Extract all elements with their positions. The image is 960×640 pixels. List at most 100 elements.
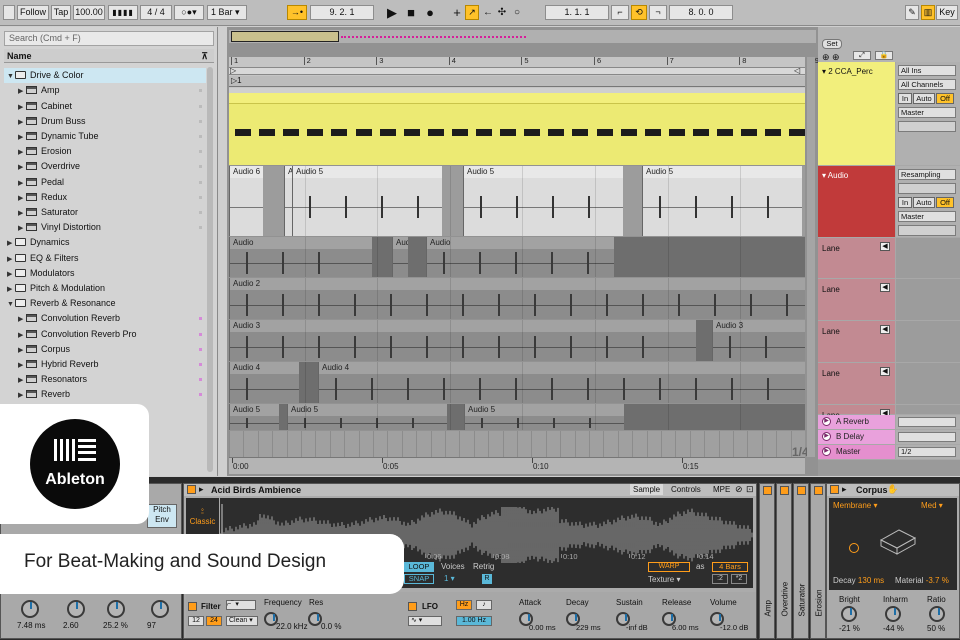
disclosure-open-icon[interactable]: ▼: [7, 69, 15, 84]
back-to-arrangement-icon[interactable]: ←: [482, 4, 494, 21]
hot-swap-icon[interactable]: ⊘: [735, 484, 743, 495]
track-lane[interactable]: Audio 6AuAudio 5Audio 5Audio 5: [229, 166, 805, 236]
midi-note[interactable]: [789, 129, 806, 136]
browser-item[interactable]: ▶ Convolution Reverb Pro: [4, 327, 206, 342]
track-header[interactable]: Lane◀: [818, 405, 895, 420]
track-activator-icon[interactable]: ▶: [822, 432, 831, 441]
return-track-header[interactable]: ▶ Master: [818, 445, 895, 459]
monitor-in-button[interactable]: In: [898, 93, 912, 104]
draw-mode-button[interactable]: ✎: [905, 5, 919, 20]
corpus-ratio-knob[interactable]: [929, 606, 945, 622]
lock-icon[interactable]: 🔒: [875, 51, 893, 60]
browser-item[interactable]: ▶ Corpus: [4, 342, 206, 357]
follow-arrow-button[interactable]: →•: [287, 5, 307, 20]
midi-note[interactable]: [620, 129, 637, 136]
track-header[interactable]: Lane◀: [818, 279, 895, 320]
browser-item[interactable]: ▶ Redux: [4, 190, 206, 205]
audio-clip[interactable]: Audio 2: [229, 278, 805, 319]
midi-note[interactable]: [572, 129, 589, 136]
session-record-icon[interactable]: ○: [511, 4, 523, 21]
monitor-off-button[interactable]: Off: [936, 197, 954, 208]
filter-on-icon[interactable]: [188, 602, 197, 611]
browser-item[interactable]: ▶ Pitch & Modulation: [4, 281, 206, 296]
disclosure-closed-icon[interactable]: ▶: [18, 176, 26, 191]
disclosure-open-icon[interactable]: ▼: [7, 297, 15, 312]
tempo-field[interactable]: 100.00: [73, 5, 105, 20]
disclosure-closed-icon[interactable]: ▶: [18, 221, 26, 236]
loop-switch-button[interactable]: ⟲: [631, 5, 647, 20]
clip-header[interactable]: [229, 93, 805, 104]
corpus-display[interactable]: Membrane ▾ Med ▾ Decay 130 ms Material -…: [829, 498, 957, 590]
filter-res-knob[interactable]: [308, 612, 322, 626]
pitch-env-button[interactable]: Pitch Env: [147, 504, 177, 528]
locator-marker[interactable]: ▷1: [231, 76, 242, 85]
browser-item[interactable]: ▶ Amp: [4, 83, 206, 98]
midi-note[interactable]: [644, 129, 661, 136]
browser-item[interactable]: ▶ Pedal: [4, 175, 206, 190]
disclosure-closed-icon[interactable]: ▶: [18, 160, 26, 175]
browser-item[interactable]: ▶ Reverb: [4, 387, 206, 402]
corpus-inharm-knob[interactable]: [885, 606, 901, 622]
track-activator-icon[interactable]: ▶: [822, 417, 831, 426]
audio-clip[interactable]: Audio 5: [463, 166, 623, 236]
browser-item[interactable]: ▼ Reverb & Resonance: [4, 296, 206, 311]
arrangement-overview[interactable]: [229, 30, 816, 43]
track-lane[interactable]: Audio 3 Audio 3: [229, 320, 805, 361]
slot-on-icon[interactable]: [763, 486, 772, 495]
loop-brace[interactable]: [229, 67, 805, 75]
midi-note[interactable]: [355, 129, 372, 136]
audio-clip[interactable]: Au: [284, 166, 292, 236]
play-icon[interactable]: ▶: [385, 4, 399, 21]
collapse-icon[interactable]: ▸: [199, 484, 204, 495]
midi-note[interactable]: [307, 129, 324, 136]
midi-note[interactable]: [500, 129, 517, 136]
lfo-rate-field[interactable]: 1.00 Hz: [456, 616, 492, 626]
browser-search-input[interactable]: Search (Cmd + F): [4, 31, 214, 46]
rack-slot-erosion[interactable]: Erosion: [810, 483, 826, 639]
browser-item[interactable]: ▶ Drum Buss: [4, 114, 206, 129]
browser-item[interactable]: ▶ Vinyl Distortion: [4, 220, 206, 235]
stop-icon[interactable]: ■: [404, 4, 418, 21]
midi-note[interactable]: [259, 129, 276, 136]
voices-value[interactable]: 1 ▾: [444, 574, 455, 583]
return-output-menu[interactable]: [898, 417, 956, 427]
set-button[interactable]: Set: [822, 39, 842, 49]
filter-type-menu[interactable]: ⌐‾ ▾: [226, 600, 256, 610]
quality-menu[interactable]: Med ▾: [921, 501, 943, 510]
midi-note[interactable]: [692, 129, 709, 136]
midi-note[interactable]: [331, 129, 348, 136]
audio-clip[interactable]: Aud: [392, 237, 408, 277]
midi-note[interactable]: [765, 129, 782, 136]
filter-slope-12[interactable]: 12: [188, 616, 204, 626]
disclosure-closed-icon[interactable]: ▶: [18, 206, 26, 221]
browser-item[interactable]: ▶ Resonators: [4, 372, 206, 387]
browser-item[interactable]: ▶ Saturator: [4, 205, 206, 220]
rack-slot-saturator[interactable]: Saturator: [793, 483, 809, 639]
slot-on-icon[interactable]: [797, 486, 806, 495]
master-output-menu[interactable]: 1/2: [898, 447, 956, 457]
speaker-icon[interactable]: ◀: [880, 367, 890, 376]
disclosure-closed-icon[interactable]: ▶: [18, 312, 26, 327]
left-rack-knob[interactable]: [21, 600, 39, 618]
audio-clip[interactable]: Audio 5: [292, 166, 442, 236]
midi-note[interactable]: [741, 129, 758, 136]
return-track-header[interactable]: ▶ A Reverb: [818, 415, 895, 429]
track-lane[interactable]: Audio 2: [229, 278, 805, 319]
disclosure-closed-icon[interactable]: ▶: [7, 252, 15, 267]
midi-note[interactable]: [235, 129, 251, 136]
midi-note[interactable]: [668, 129, 685, 136]
left-rack-knob[interactable]: [107, 600, 125, 618]
browser-item[interactable]: ▶ Convolution Reverb: [4, 311, 206, 326]
audio-clip[interactable]: Audio: [229, 237, 372, 277]
rack-slot-overdrive[interactable]: Overdrive: [776, 483, 792, 639]
punch-in-button[interactable]: ⌐: [611, 5, 629, 20]
output-channel-menu[interactable]: [898, 121, 956, 132]
speaker-icon[interactable]: ◀: [880, 242, 890, 251]
browser-item[interactable]: ▶ EQ & Filters: [4, 251, 206, 266]
track-header[interactable]: Lane◀: [818, 238, 895, 278]
follow-button[interactable]: Follow: [17, 5, 49, 20]
lfo-on-icon[interactable]: [408, 602, 417, 611]
loop-start-field[interactable]: 1. 1. 1: [545, 5, 609, 20]
audio-clip[interactable]: Audio: [426, 237, 614, 277]
warp-button[interactable]: WARP: [648, 562, 690, 572]
